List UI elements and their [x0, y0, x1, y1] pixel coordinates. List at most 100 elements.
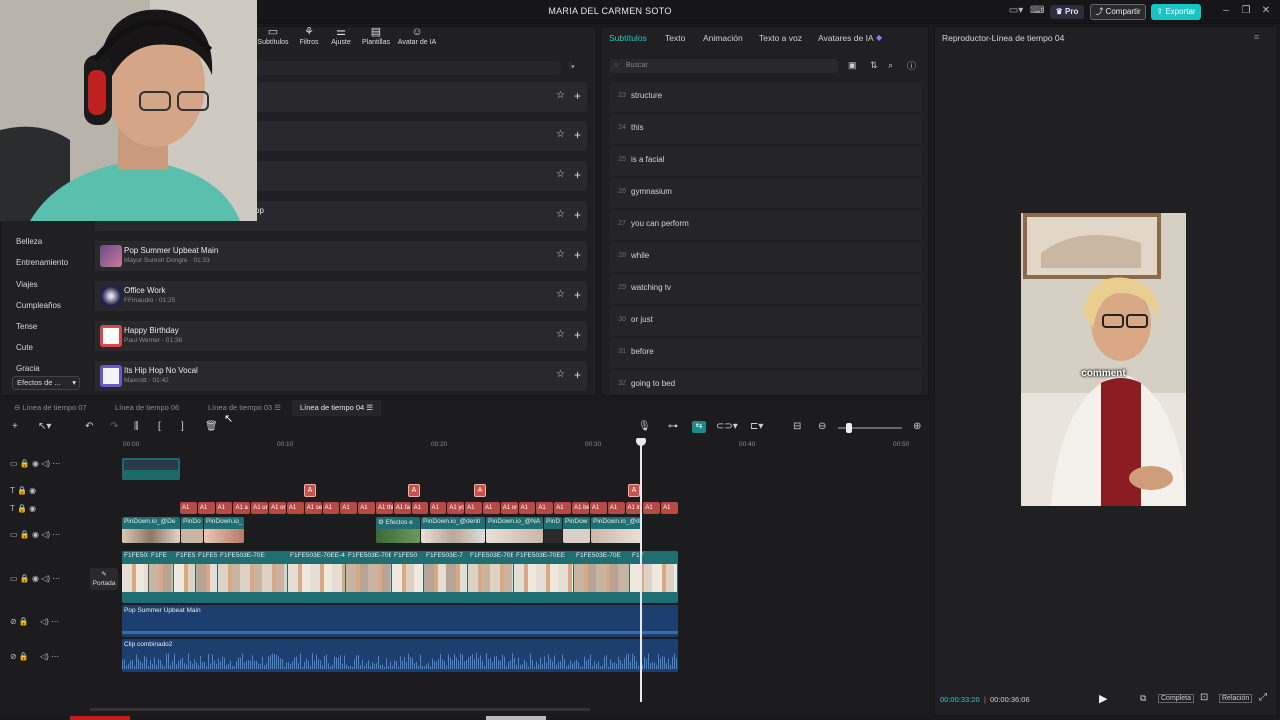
add-icon[interactable]: +	[574, 128, 581, 142]
text-clip[interactable]: A1 yo	[447, 502, 465, 514]
main-video-clip[interactable]: F1FE503E-7	[424, 551, 467, 603]
text-clip[interactable]: A1	[429, 502, 447, 514]
main-video-clip[interactable]: F1FE503E-70E	[218, 551, 287, 603]
music-row[interactable]: Happy Birthday Paul Werner · 01:38 ☆ +	[95, 321, 587, 351]
ratio-button[interactable]: Relación	[1219, 694, 1253, 703]
tab-avatares-ia[interactable]: Avatares de IA	[818, 33, 874, 43]
star-icon[interactable]: ☆	[556, 209, 565, 220]
star-icon[interactable]: ☆	[556, 129, 565, 140]
text-clip[interactable]: A1 fa	[393, 502, 411, 514]
text-clip[interactable]: A1	[607, 502, 625, 514]
zoom-slider-handle[interactable]	[846, 423, 852, 433]
text-marker[interactable]: A	[628, 484, 640, 497]
subtitle-row[interactable]: 23 structure	[610, 82, 922, 112]
tab-texto[interactable]: Texto	[665, 33, 685, 43]
star-icon[interactable]: ☆	[556, 329, 565, 340]
tab-texto-a-voz[interactable]: Texto a voz	[759, 33, 802, 43]
tab-adjust[interactable]: ⚌ Ajuste	[327, 26, 355, 46]
main-video-clip[interactable]: F1FE503E-70EE-4	[288, 551, 345, 603]
overlay-clip[interactable]: PinDow	[563, 517, 590, 543]
playhead[interactable]	[640, 438, 642, 702]
text-clip[interactable]: A1	[340, 502, 358, 514]
audio-clip[interactable]: Pop Summer Upbeat Main	[122, 605, 678, 637]
main-video-clip[interactable]: F1F	[630, 551, 677, 603]
delete-icon[interactable]: 🗑	[205, 421, 218, 432]
text-clip[interactable]: A1 or	[500, 502, 518, 514]
overlay-clip[interactable]: PinDown.io_@d	[591, 517, 641, 543]
add-icon[interactable]: +	[574, 89, 581, 103]
main-video-track[interactable]: F1FE503E-F1FEF1FE5F1FE5F1FE503E-70EF1FE5…	[122, 551, 678, 603]
sort-icon[interactable]: ⇅	[870, 60, 878, 71]
category-entrenamiento[interactable]: Entrenamiento	[16, 258, 68, 267]
text-clip[interactable]: A1	[215, 502, 233, 514]
select-tool-icon[interactable]: ↖▾	[38, 421, 51, 432]
category-tense[interactable]: Tense	[16, 322, 37, 331]
menu-icon[interactable]: ≡	[1254, 32, 1259, 42]
microphone-icon[interactable]: 🎙	[638, 421, 651, 432]
main-video-clip[interactable]: F1FE50	[392, 551, 423, 603]
tab-ai-avatar[interactable]: ☺ Avatar de IA	[396, 26, 438, 46]
text-clip[interactable]: A1	[286, 502, 304, 514]
text-clip[interactable]: A1	[197, 502, 215, 514]
play-icon[interactable]: ▶	[1099, 692, 1107, 705]
star-icon[interactable]: ☆	[556, 289, 565, 300]
main-video-clip[interactable]: F1FE5	[174, 551, 195, 603]
redo-icon[interactable]: ↷	[110, 421, 118, 432]
text-clip[interactable]: A1	[322, 502, 340, 514]
caption-icon[interactable]: ⊟	[793, 421, 801, 432]
add-icon[interactable]: +	[574, 168, 581, 182]
subtitle-row[interactable]: 25 is a facial	[610, 146, 922, 176]
tab-animacion[interactable]: Animación	[703, 33, 743, 43]
star-icon[interactable]: ☆	[556, 249, 565, 260]
main-video-clip[interactable]: F1FE5	[196, 551, 217, 603]
overlay-clip[interactable]: ⚙ Efectos e	[376, 517, 420, 543]
text-clip[interactable]: A1 se	[304, 502, 322, 514]
audio-clip[interactable]: Clip combinado2	[122, 639, 678, 672]
overlay-clip[interactable]: PinDown.io_@NA	[486, 517, 543, 543]
tab-subtitles[interactable]: ▭ Subtítulos	[255, 26, 291, 46]
add-icon[interactable]: +	[574, 248, 581, 262]
subtitle-row[interactable]: 29 watching tv	[610, 274, 922, 304]
complete-button[interactable]: Completa	[1158, 694, 1194, 703]
star-icon[interactable]: ☆	[556, 169, 565, 180]
music-row[interactable]: Pop Summer Upbeat Main Mayur Suresh Dongr…	[95, 241, 587, 271]
image-icon[interactable]: ▣	[848, 60, 857, 71]
time-ruler[interactable]	[123, 440, 928, 452]
minimize-icon[interactable]: –	[1220, 5, 1232, 19]
zoom-out-icon[interactable]: ⊖	[818, 421, 826, 432]
category-cute[interactable]: Cute	[16, 343, 33, 352]
effects-dropdown[interactable]: Efectos de ... ▾	[12, 376, 80, 390]
star-icon[interactable]: ☆	[556, 369, 565, 380]
subtitle-row[interactable]: 27 you can perform	[610, 210, 922, 240]
magnet-icon[interactable]: ⇆	[692, 421, 706, 433]
layout-icon[interactable]: ▭▾	[1005, 5, 1027, 19]
timeline-tab[interactable]: ⊖ Línea de tiempo 07	[14, 403, 87, 412]
overlay-clip[interactable]: PinDown.io_@De	[122, 517, 180, 543]
filter-icon[interactable]: ⫶▾	[569, 62, 575, 72]
split-icon[interactable]: ⫼	[134, 421, 139, 432]
add-icon[interactable]: +	[574, 368, 581, 382]
tab-templates[interactable]: ▤ Plantillas	[358, 26, 394, 46]
link-icon[interactable]: ⊶	[668, 421, 678, 432]
pro-button[interactable]: ♛ Pro	[1050, 5, 1084, 19]
subtitle-row[interactable]: 28 while	[610, 242, 922, 272]
main-video-clip[interactable]: F1FE503E-70E	[574, 551, 629, 603]
add-icon[interactable]: +	[574, 328, 581, 342]
screenshot-icon[interactable]: ⊡	[1200, 692, 1208, 703]
subtitle-search-input[interactable]: ○ Buscar	[610, 59, 838, 73]
text-clip[interactable]: A1	[661, 502, 678, 514]
trim-right-icon[interactable]: ]	[181, 421, 184, 432]
text-clip[interactable]: A1	[643, 502, 661, 514]
text-clip[interactable]: A1 a	[233, 502, 251, 514]
text-clip[interactable]: A1	[180, 502, 197, 514]
text-clip[interactable]: A1 thi	[376, 502, 393, 514]
text-clip[interactable]: A1	[482, 502, 500, 514]
overlay-clip[interactable]: PinDo	[181, 517, 203, 543]
subtitle-row[interactable]: 24 this	[610, 114, 922, 144]
main-video-clip[interactable]: F1FE503E-70EE	[514, 551, 573, 603]
tab-filters[interactable]: ⚘ Filtros	[295, 26, 323, 46]
add-track-icon[interactable]: +	[12, 421, 18, 432]
export-button[interactable]: ⇪ Exportar	[1151, 4, 1201, 20]
subtitle-row[interactable]: 32 going to bed	[610, 370, 922, 394]
music-row[interactable]: Office Work FFmaudio · 01:25 ☆ +	[95, 281, 587, 311]
